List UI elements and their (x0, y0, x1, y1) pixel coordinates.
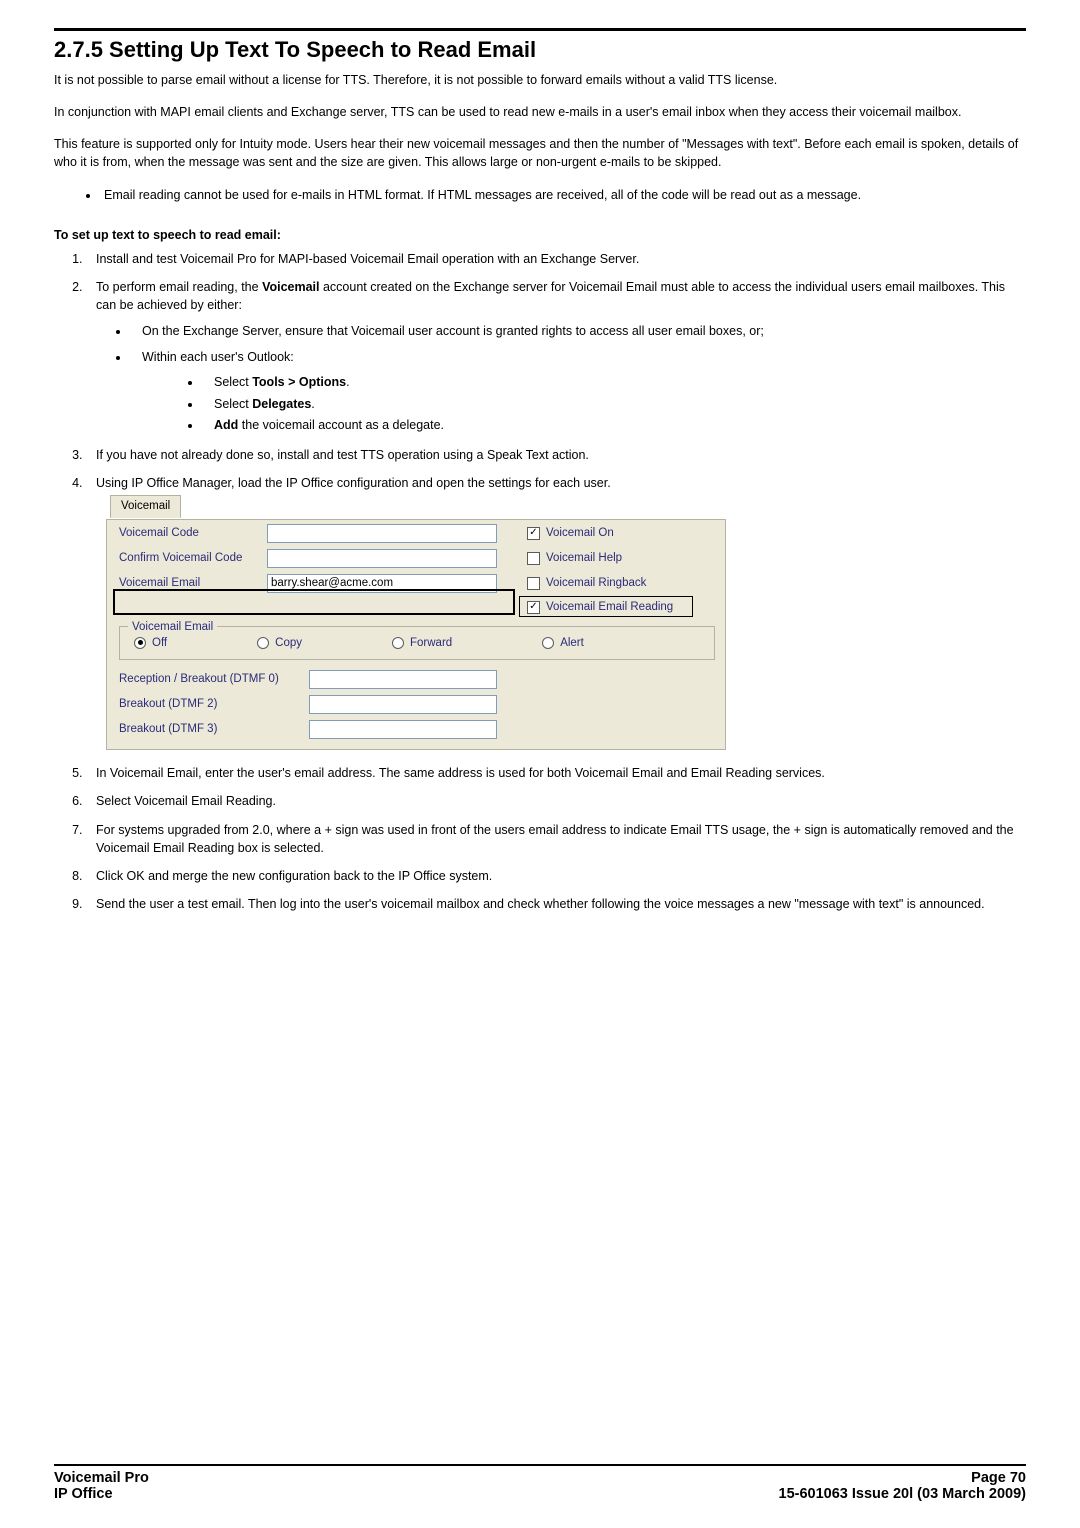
label-breakout-2: Breakout (DTMF 2) (119, 696, 309, 713)
radio-alert[interactable] (542, 637, 554, 649)
radio-forward-wrap[interactable]: Forward (392, 635, 452, 652)
radio-off-wrap[interactable]: Off (134, 635, 167, 652)
step-2-sub-2c: Add the voicemail account as a delegate. (202, 415, 1026, 436)
intro-para-2: In conjunction with MAPI email clients a… (54, 103, 1026, 121)
checkbox-voicemail-ringback[interactable] (527, 577, 540, 590)
step-2-text-a: To perform email reading, the (96, 280, 262, 294)
step-8: Click OK and merge the new configuration… (86, 867, 1026, 885)
step-6: Select Voicemail Email Reading. (86, 792, 1026, 810)
label-voicemail-on: Voicemail On (546, 525, 614, 542)
procedure-heading: To set up text to speech to read email: (54, 228, 1026, 242)
radio-off[interactable] (134, 637, 146, 649)
step-1: Install and test Voicemail Pro for MAPI-… (86, 250, 1026, 268)
step-2: To perform email reading, the Voicemail … (86, 278, 1026, 436)
input-voicemail-code[interactable] (267, 524, 497, 543)
step-2-sub-1: On the Exchange Server, ensure that Voic… (130, 322, 1026, 340)
intro-para-1: It is not possible to parse email withou… (54, 71, 1026, 89)
page-footer: Voicemail Pro Page 70 IP Office 15-60106… (54, 1464, 1026, 1502)
step-2-sub-2a: Select Tools > Options. (202, 372, 1026, 393)
intro-para-3: This feature is supported only for Intui… (54, 135, 1026, 171)
input-confirm-code[interactable] (267, 549, 497, 568)
radio-copy[interactable] (257, 637, 269, 649)
radio-copy-wrap[interactable]: Copy (257, 635, 302, 652)
step-2-sub-2: Within each user's Outlook: Select Tools… (130, 348, 1026, 436)
input-breakout-3[interactable] (309, 720, 497, 739)
footer-left-2: IP Office (54, 1486, 113, 1502)
step-2-bold: Voicemail (262, 280, 319, 294)
highlight-email-reading (519, 596, 693, 617)
footer-right-2: 15-601063 Issue 20l (03 March 2009) (779, 1486, 1026, 1502)
step-2-sub-2b: Select Delegates. (202, 394, 1026, 415)
input-breakout-2[interactable] (309, 695, 497, 714)
top-rule (54, 28, 1026, 31)
label-reception: Reception / Breakout (DTMF 0) (119, 671, 309, 688)
input-reception[interactable] (309, 670, 497, 689)
footer-right-1: Page 70 (971, 1470, 1026, 1486)
label-breakout-3: Breakout (DTMF 3) (119, 721, 309, 738)
step-4-text: Using IP Office Manager, load the IP Off… (96, 476, 611, 490)
label-confirm-code: Confirm Voicemail Code (119, 550, 267, 567)
step-7: For systems upgraded from 2.0, where a +… (86, 821, 1026, 857)
radio-alert-wrap[interactable]: Alert (542, 635, 584, 652)
radio-forward[interactable] (392, 637, 404, 649)
tab-voicemail[interactable]: Voicemail (110, 495, 181, 518)
step-3: If you have not already done so, install… (86, 446, 1026, 464)
group-voicemail-email: Voicemail Email Off Copy Forward Alert (119, 626, 715, 661)
label-voicemail-ringback: Voicemail Ringback (546, 575, 646, 592)
checkbox-voicemail-help[interactable] (527, 552, 540, 565)
label-voicemail-help: Voicemail Help (546, 550, 622, 567)
step-2-sub-2-text: Within each user's Outlook: (142, 350, 294, 364)
step-9: Send the user a test email. Then log int… (86, 895, 1026, 913)
highlight-voicemail-email (113, 589, 515, 615)
label-voicemail-code: Voicemail Code (119, 525, 267, 542)
footer-rule (54, 1464, 1026, 1466)
step-4: Using IP Office Manager, load the IP Off… (86, 474, 1026, 750)
footer-left-1: Voicemail Pro (54, 1470, 149, 1486)
checkbox-voicemail-on[interactable]: ✓ (527, 527, 540, 540)
step-5: In Voicemail Email, enter the user's ema… (86, 764, 1026, 782)
intro-bullet-1: Email reading cannot be used for e-mails… (100, 186, 1026, 204)
group-legend: Voicemail Email (128, 619, 217, 636)
voicemail-dialog-screenshot: Voicemail Voicemail Code ✓ Voicemail On C… (106, 496, 1026, 750)
section-title: 2.7.5 Setting Up Text To Speech to Read … (54, 37, 1026, 63)
